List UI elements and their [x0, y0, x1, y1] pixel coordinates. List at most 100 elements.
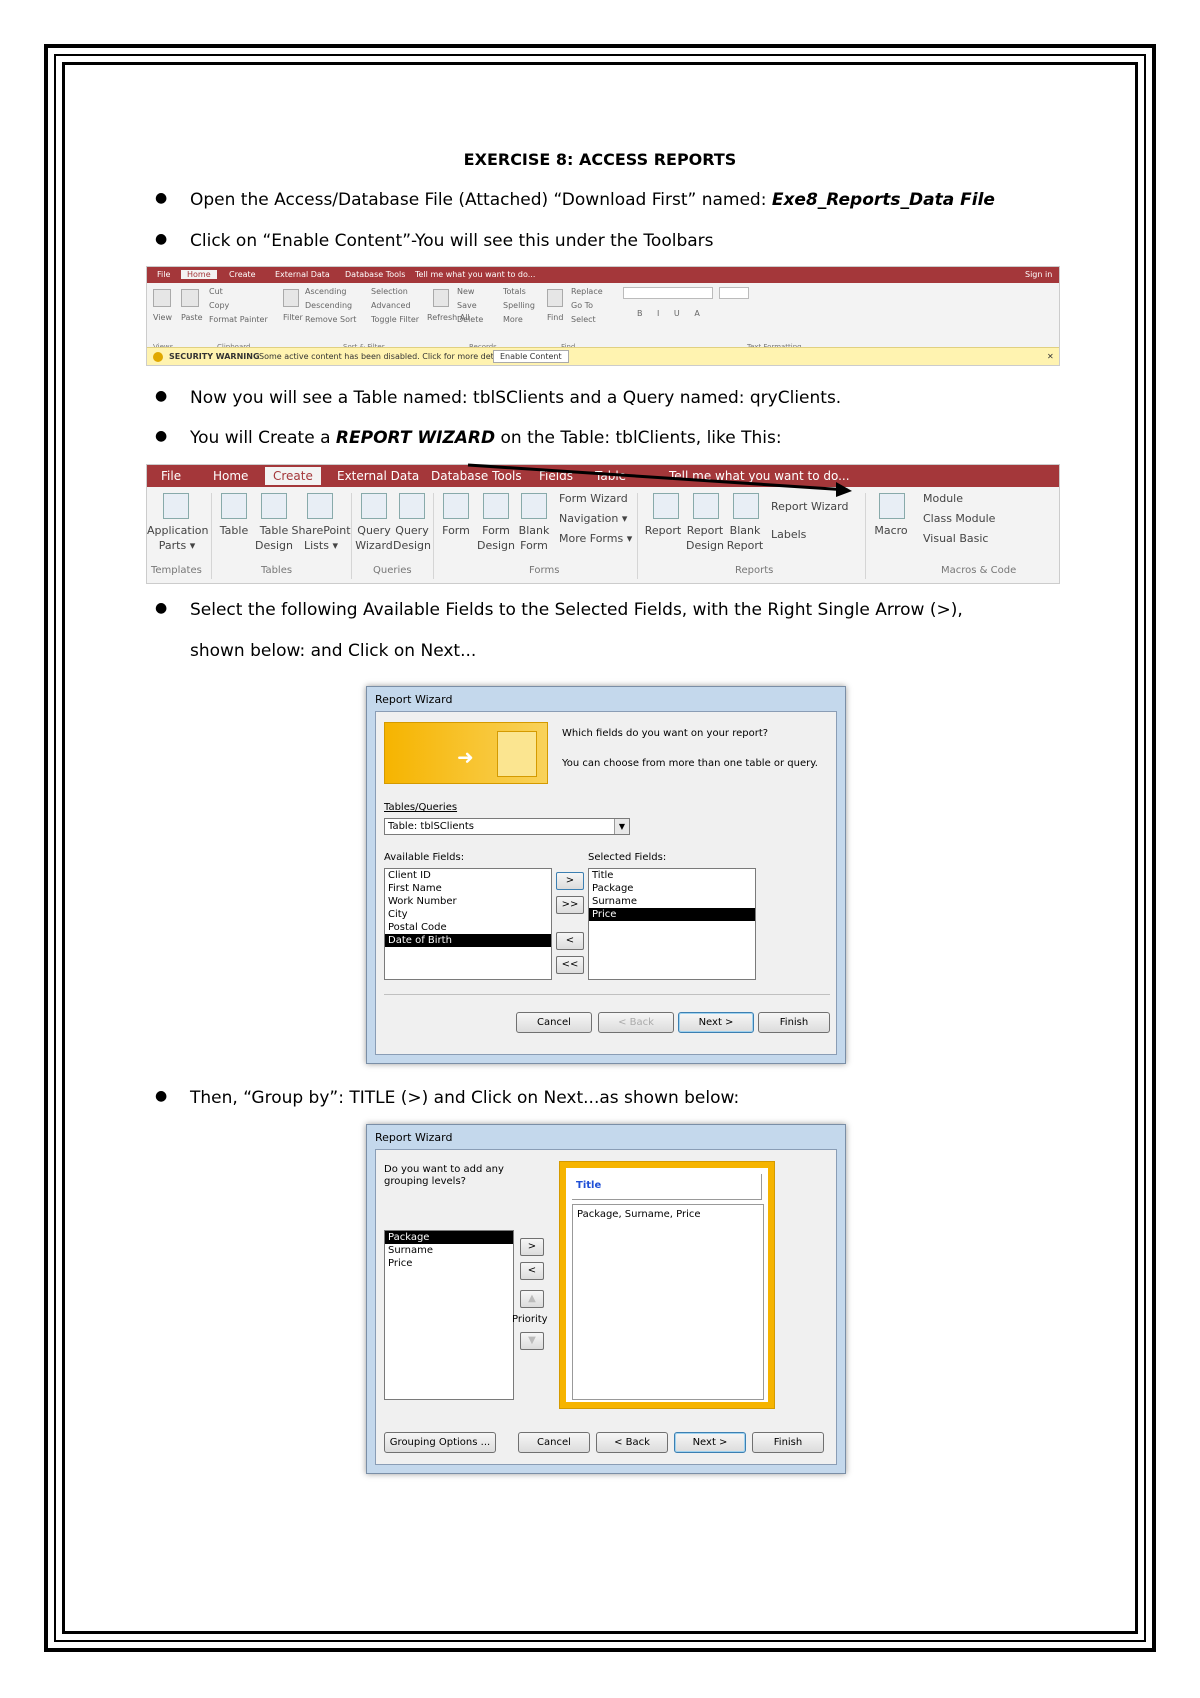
finish-button[interactable]: Finish — [752, 1432, 824, 1453]
report-design-icon[interactable] — [693, 493, 719, 519]
list-item[interactable]: Postal Code — [385, 921, 551, 934]
blank-form-button[interactable]: Blank Form — [513, 523, 555, 553]
macro-button[interactable]: Macro — [869, 523, 913, 538]
cut-button[interactable]: Cut — [209, 287, 223, 296]
blank-form-icon[interactable] — [521, 493, 547, 519]
totals-button[interactable]: Totals — [503, 287, 526, 296]
view-icon[interactable] — [153, 289, 171, 307]
finish-button[interactable]: Finish — [758, 1012, 830, 1033]
table-design-icon[interactable] — [261, 493, 287, 519]
list-item[interactable]: Work Number — [385, 895, 551, 908]
refresh-icon[interactable] — [433, 289, 449, 307]
tab-home[interactable]: Home — [213, 469, 248, 483]
application-parts-icon[interactable] — [163, 493, 189, 519]
list-item[interactable]: Surname — [385, 1244, 513, 1257]
close-icon[interactable]: ✕ — [1047, 352, 1054, 361]
back-button[interactable]: < Back — [596, 1432, 668, 1453]
tab-table[interactable]: Table — [595, 469, 626, 483]
sharepoint-lists-icon[interactable] — [307, 493, 333, 519]
tab-database-tools[interactable]: Database Tools — [431, 469, 522, 483]
tab-create[interactable]: Create — [265, 467, 321, 485]
list-item[interactable]: Title — [589, 869, 755, 882]
move-all-left-button[interactable]: << — [556, 956, 584, 974]
remove-group-button[interactable]: < — [520, 1262, 544, 1280]
navigation-button[interactable]: Navigation ▾ — [559, 511, 627, 526]
labels-button[interactable]: Labels — [771, 527, 806, 542]
query-wizard-icon[interactable] — [361, 493, 387, 519]
grouping-fields-list[interactable]: Package Surname Price — [384, 1230, 514, 1400]
table-design-button[interactable]: Table Design — [253, 523, 295, 553]
font-name-box[interactable] — [623, 287, 713, 299]
find-icon[interactable] — [547, 289, 563, 307]
selected-fields-list[interactable]: Title Package Surname Price — [588, 868, 756, 980]
text-formatting-tools[interactable]: B I U A — [637, 309, 706, 318]
blank-report-icon[interactable] — [733, 493, 759, 519]
list-item[interactable]: Price — [385, 1257, 513, 1270]
report-wizard-button[interactable]: Report Wizard — [771, 499, 848, 514]
macro-icon[interactable] — [879, 493, 905, 519]
paste-icon[interactable] — [181, 289, 199, 307]
tab-external-data[interactable]: External Data — [275, 270, 330, 279]
tell-me-box[interactable]: Tell me what you want to do... — [415, 270, 535, 279]
query-wizard-button[interactable]: Query Wizard — [353, 523, 395, 553]
sort-ascending-button[interactable]: Ascending — [305, 287, 346, 296]
tab-home[interactable]: Home — [181, 270, 217, 279]
next-button[interactable]: Next > — [674, 1432, 746, 1453]
list-item[interactable]: First Name — [385, 882, 551, 895]
enable-content-button[interactable]: Enable Content — [493, 350, 569, 363]
sort-descending-button[interactable]: Descending — [305, 301, 352, 310]
table-button[interactable]: Table — [213, 523, 255, 538]
class-module-button[interactable]: Class Module — [923, 511, 995, 526]
application-parts-button[interactable]: Application Parts ▾ — [147, 523, 208, 553]
form-button[interactable]: Form — [435, 523, 477, 538]
list-item[interactable]: Surname — [589, 895, 755, 908]
toggle-filter-button[interactable]: Toggle Filter — [371, 315, 419, 324]
report-button[interactable]: Report — [641, 523, 685, 538]
list-item[interactable]: City — [385, 908, 551, 921]
form-icon[interactable] — [443, 493, 469, 519]
select-button[interactable]: Select — [571, 315, 596, 324]
tables-queries-select[interactable]: Table: tblSClients ▼ — [384, 818, 630, 835]
copy-button[interactable]: Copy — [209, 301, 229, 310]
tab-fields[interactable]: Fields — [539, 469, 573, 483]
query-design-button[interactable]: Query Design — [391, 523, 433, 553]
move-all-right-button[interactable]: >> — [556, 896, 584, 914]
more-button[interactable]: More — [503, 315, 523, 324]
advanced-button[interactable]: Advanced — [371, 301, 411, 310]
move-one-right-button[interactable]: > — [556, 872, 584, 890]
selection-button[interactable]: Selection — [371, 287, 408, 296]
list-item[interactable]: Client ID — [385, 869, 551, 882]
replace-button[interactable]: Replace — [571, 287, 603, 296]
more-forms-button[interactable]: More Forms ▾ — [559, 531, 632, 546]
priority-down-button[interactable]: ▼ — [520, 1332, 544, 1350]
filter-icon[interactable] — [283, 289, 299, 307]
new-record-button[interactable]: New — [457, 287, 474, 296]
sharepoint-lists-button[interactable]: SharePoint Lists ▾ — [291, 523, 351, 553]
query-design-icon[interactable] — [399, 493, 425, 519]
tab-file[interactable]: File — [157, 270, 170, 279]
cancel-button[interactable]: Cancel — [516, 1012, 592, 1033]
go-to-button[interactable]: Go To — [571, 301, 593, 310]
remove-sort-button[interactable]: Remove Sort — [305, 315, 356, 324]
list-item-selected[interactable]: Package — [385, 1231, 513, 1244]
grouping-options-button[interactable]: Grouping Options ... — [384, 1432, 496, 1453]
available-fields-list[interactable]: Client ID First Name Work Number City Po… — [384, 868, 552, 980]
delete-record-button[interactable]: Delete — [457, 315, 483, 324]
tell-me-box[interactable]: Tell me what you want to do... — [669, 469, 850, 483]
form-design-button[interactable]: Form Design — [475, 523, 517, 553]
tab-create[interactable]: Create — [229, 270, 256, 279]
move-one-left-button[interactable]: < — [556, 932, 584, 950]
report-icon[interactable] — [653, 493, 679, 519]
next-button[interactable]: Next > — [678, 1012, 754, 1033]
table-icon[interactable] — [221, 493, 247, 519]
sign-in-link[interactable]: Sign in — [1025, 270, 1052, 279]
add-group-button[interactable]: > — [520, 1238, 544, 1256]
format-painter-button[interactable]: Format Painter — [209, 315, 268, 324]
chevron-down-icon[interactable]: ▼ — [614, 819, 629, 834]
report-design-button[interactable]: Report Design — [683, 523, 727, 553]
visual-basic-button[interactable]: Visual Basic — [923, 531, 988, 546]
cancel-button[interactable]: Cancel — [518, 1432, 590, 1453]
tab-external-data[interactable]: External Data — [337, 469, 419, 483]
list-item[interactable]: Package — [589, 882, 755, 895]
font-size-box[interactable] — [719, 287, 749, 299]
